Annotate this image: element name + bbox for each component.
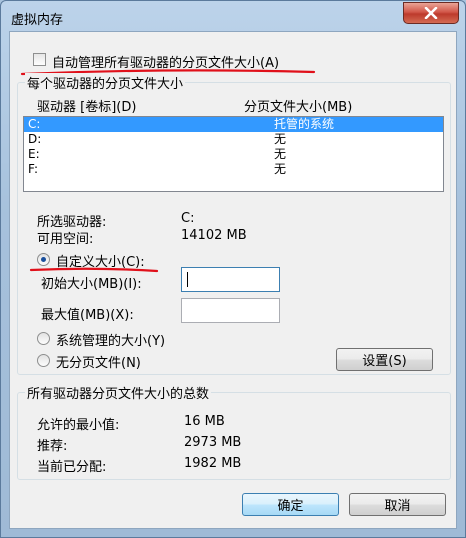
text-caret: [187, 272, 188, 287]
dialog-body: 自动管理所有驱动器的分页文件大小(A) 每个驱动器的分页文件大小 驱动器 [卷标…: [9, 31, 457, 529]
free-space-value: 14102 MB: [181, 228, 247, 243]
no-paging-file-label[interactable]: 无分页文件(N): [56, 352, 141, 371]
system-managed-label[interactable]: 系统管理的大小(Y): [56, 330, 165, 349]
max-size-input[interactable]: [181, 298, 280, 323]
window-title: 虚拟内存: [11, 13, 64, 28]
column-header-drive: 驱动器 [卷标](D): [37, 100, 137, 115]
min-size-label: 允许的最小值:: [37, 418, 120, 433]
list-item[interactable]: C: 托管的系统: [24, 117, 443, 132]
auto-manage-checkbox[interactable]: [33, 53, 46, 66]
cancel-button[interactable]: 取消: [349, 493, 446, 516]
initial-size-input[interactable]: [181, 267, 280, 292]
list-item[interactable]: E: 无: [24, 147, 443, 162]
total-group-legend: 所有驱动器分页文件大小的总数: [25, 383, 212, 402]
selected-drive-value: C:: [181, 211, 195, 226]
column-header-size: 分页文件大小(MB): [244, 100, 353, 115]
max-size-label: 最大值(MB)(X):: [41, 308, 134, 323]
close-icon: [424, 7, 438, 19]
drive-list[interactable]: C: 托管的系统 D: 无 E: 无 F: 无: [23, 116, 444, 192]
current-allocated-value: 1982 MB: [184, 456, 242, 471]
initial-size-label: 初始大小(MB)(I):: [41, 277, 142, 292]
system-managed-radio[interactable]: [37, 332, 50, 345]
virtual-memory-window: 虚拟内存 自动管理所有驱动器的分页文件大小(A) 每个驱动器的分页文件大小 驱动…: [0, 0, 466, 538]
ok-button[interactable]: 确定: [242, 493, 339, 516]
no-paging-file-radio[interactable]: [37, 354, 50, 367]
current-allocated-label: 当前已分配:: [37, 460, 107, 475]
drives-group-legend: 每个驱动器的分页文件大小: [25, 73, 186, 92]
min-size-value: 16 MB: [184, 414, 225, 429]
recommended-value: 2973 MB: [184, 435, 242, 450]
free-space-label: 可用空间:: [37, 232, 94, 247]
list-item[interactable]: D: 无: [24, 132, 443, 147]
recommended-label: 推荐:: [37, 439, 68, 454]
close-button[interactable]: [403, 2, 459, 24]
set-button[interactable]: 设置(S): [336, 348, 433, 371]
list-item[interactable]: F: 无: [24, 162, 443, 177]
title-bar[interactable]: 虚拟内存: [1, 1, 465, 31]
